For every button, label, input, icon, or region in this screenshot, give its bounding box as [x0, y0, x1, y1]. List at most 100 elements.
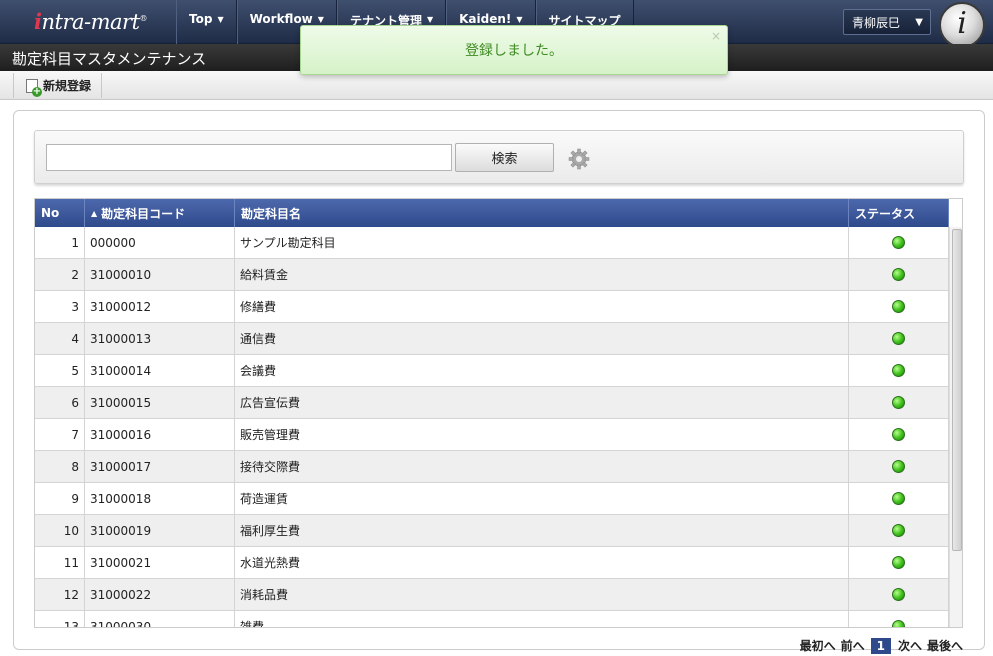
- table-row[interactable]: 2 31000010 給料賃金: [35, 259, 949, 291]
- cell-no: 13: [35, 611, 85, 627]
- brand-icon[interactable]: i: [939, 2, 985, 48]
- table-row[interactable]: 12 31000022 消耗品費: [35, 579, 949, 611]
- cell-no: 11: [35, 547, 85, 578]
- table-row[interactable]: 5 31000014 会議費: [35, 355, 949, 387]
- cell-status: [849, 611, 949, 627]
- cell-name: 福利厚生費: [235, 515, 849, 546]
- table-row[interactable]: 1 000000 サンプル勘定科目: [35, 227, 949, 259]
- nav-workflow-label: Workflow: [249, 12, 313, 26]
- table-row[interactable]: 9 31000018 荷造運賃: [35, 483, 949, 515]
- status-active-icon: [892, 236, 905, 249]
- cell-no: 4: [35, 323, 85, 354]
- grid-header: No ▲ 勘定科目コード 勘定科目名 ステータス: [35, 199, 949, 227]
- cell-status: [849, 227, 949, 258]
- cell-code: 31000013: [85, 323, 235, 354]
- status-active-icon: [892, 332, 905, 345]
- cell-code: 31000019: [85, 515, 235, 546]
- cell-code: 31000017: [85, 451, 235, 482]
- cell-no: 12: [35, 579, 85, 610]
- cell-status: [849, 355, 949, 386]
- cell-no: 1: [35, 227, 85, 258]
- cell-no: 7: [35, 419, 85, 450]
- new-register-label: 新規登録: [43, 79, 92, 93]
- status-active-icon: [892, 460, 905, 473]
- status-active-icon: [892, 396, 905, 409]
- header-name[interactable]: 勘定科目名: [235, 199, 849, 227]
- cell-no: 10: [35, 515, 85, 546]
- header-status-label: ステータス: [855, 206, 916, 221]
- cell-code: 31000022: [85, 579, 235, 610]
- header-status[interactable]: ステータス: [849, 199, 949, 227]
- cell-no: 9: [35, 483, 85, 514]
- pager-current-page[interactable]: 1: [870, 637, 891, 654]
- cell-code: 31000030: [85, 611, 235, 627]
- header-code[interactable]: ▲ 勘定科目コード: [85, 199, 235, 227]
- status-active-icon: [892, 620, 905, 627]
- cell-code: 31000014: [85, 355, 235, 386]
- cell-code: 31000018: [85, 483, 235, 514]
- user-menu[interactable]: 青柳辰巳 ▼: [843, 9, 931, 35]
- status-active-icon: [892, 524, 905, 537]
- cell-no: 3: [35, 291, 85, 322]
- cell-code: 31000012: [85, 291, 235, 322]
- gear-icon[interactable]: [568, 148, 590, 170]
- cell-name: 広告宣伝費: [235, 387, 849, 418]
- cell-no: 5: [35, 355, 85, 386]
- new-document-icon: [26, 78, 42, 97]
- cell-status: [849, 323, 949, 354]
- new-register-button[interactable]: 新規登録: [13, 73, 103, 98]
- table-row[interactable]: 10 31000019 福利厚生費: [35, 515, 949, 547]
- cell-name: 水道光熱費: [235, 547, 849, 578]
- cell-status: [849, 483, 949, 514]
- pager-next[interactable]: 次へ: [898, 637, 922, 654]
- header-code-label: 勘定科目コード: [101, 206, 186, 221]
- intra-mart-logo[interactable]: intra-mart®: [34, 9, 147, 34]
- close-icon[interactable]: ×: [711, 29, 721, 43]
- cell-status: [849, 387, 949, 418]
- scrollbar-thumb[interactable]: [952, 229, 962, 551]
- search-input[interactable]: [46, 144, 452, 171]
- cell-status: [849, 515, 949, 546]
- cell-status: [849, 451, 949, 482]
- chevron-down-icon: ▼: [915, 16, 923, 28]
- cell-name: 接待交際費: [235, 451, 849, 482]
- sort-asc-icon: ▲: [91, 208, 98, 218]
- grid-scrollbar[interactable]: [949, 227, 962, 627]
- cell-name: 修繕費: [235, 291, 849, 322]
- status-active-icon: [892, 556, 905, 569]
- success-notification: 登録しました。 ×: [300, 25, 728, 75]
- header-no-label: No: [41, 206, 60, 220]
- chevron-down-icon: ▼: [426, 15, 434, 24]
- status-active-icon: [892, 588, 905, 601]
- table-row[interactable]: 13 31000030 雑費: [35, 611, 949, 627]
- cell-code: 31000010: [85, 259, 235, 290]
- search-area: 検索: [34, 130, 964, 184]
- status-active-icon: [892, 492, 905, 505]
- cell-name: 消耗品費: [235, 579, 849, 610]
- nav-top[interactable]: Top ▼: [176, 0, 237, 44]
- cell-status: [849, 419, 949, 450]
- cell-code: 31000021: [85, 547, 235, 578]
- cell-status: [849, 579, 949, 610]
- cell-no: 6: [35, 387, 85, 418]
- chevron-down-icon: ▼: [317, 15, 324, 24]
- chevron-down-icon: ▼: [217, 15, 224, 24]
- pager-last[interactable]: 最後へ: [927, 637, 963, 654]
- cell-status: [849, 259, 949, 290]
- table-row[interactable]: 6 31000015 広告宣伝費: [35, 387, 949, 419]
- user-name: 青柳辰巳: [852, 15, 901, 30]
- pager-prev[interactable]: 前へ: [841, 637, 865, 654]
- table-row[interactable]: 8 31000017 接待交際費: [35, 451, 949, 483]
- table-row[interactable]: 11 31000021 水道光熱費: [35, 547, 949, 579]
- logo-registered: ®: [139, 14, 148, 23]
- table-row[interactable]: 7 31000016 販売管理費: [35, 419, 949, 451]
- search-button[interactable]: 検索: [455, 143, 554, 172]
- table-row[interactable]: 3 31000012 修繕費: [35, 291, 949, 323]
- cell-status: [849, 547, 949, 578]
- cell-name: 販売管理費: [235, 419, 849, 450]
- table-row[interactable]: 4 31000013 通信費: [35, 323, 949, 355]
- nav-top-label: Top: [189, 12, 213, 26]
- cell-name: 通信費: [235, 323, 849, 354]
- header-no[interactable]: No: [35, 199, 85, 227]
- pager-first[interactable]: 最初へ: [800, 637, 836, 654]
